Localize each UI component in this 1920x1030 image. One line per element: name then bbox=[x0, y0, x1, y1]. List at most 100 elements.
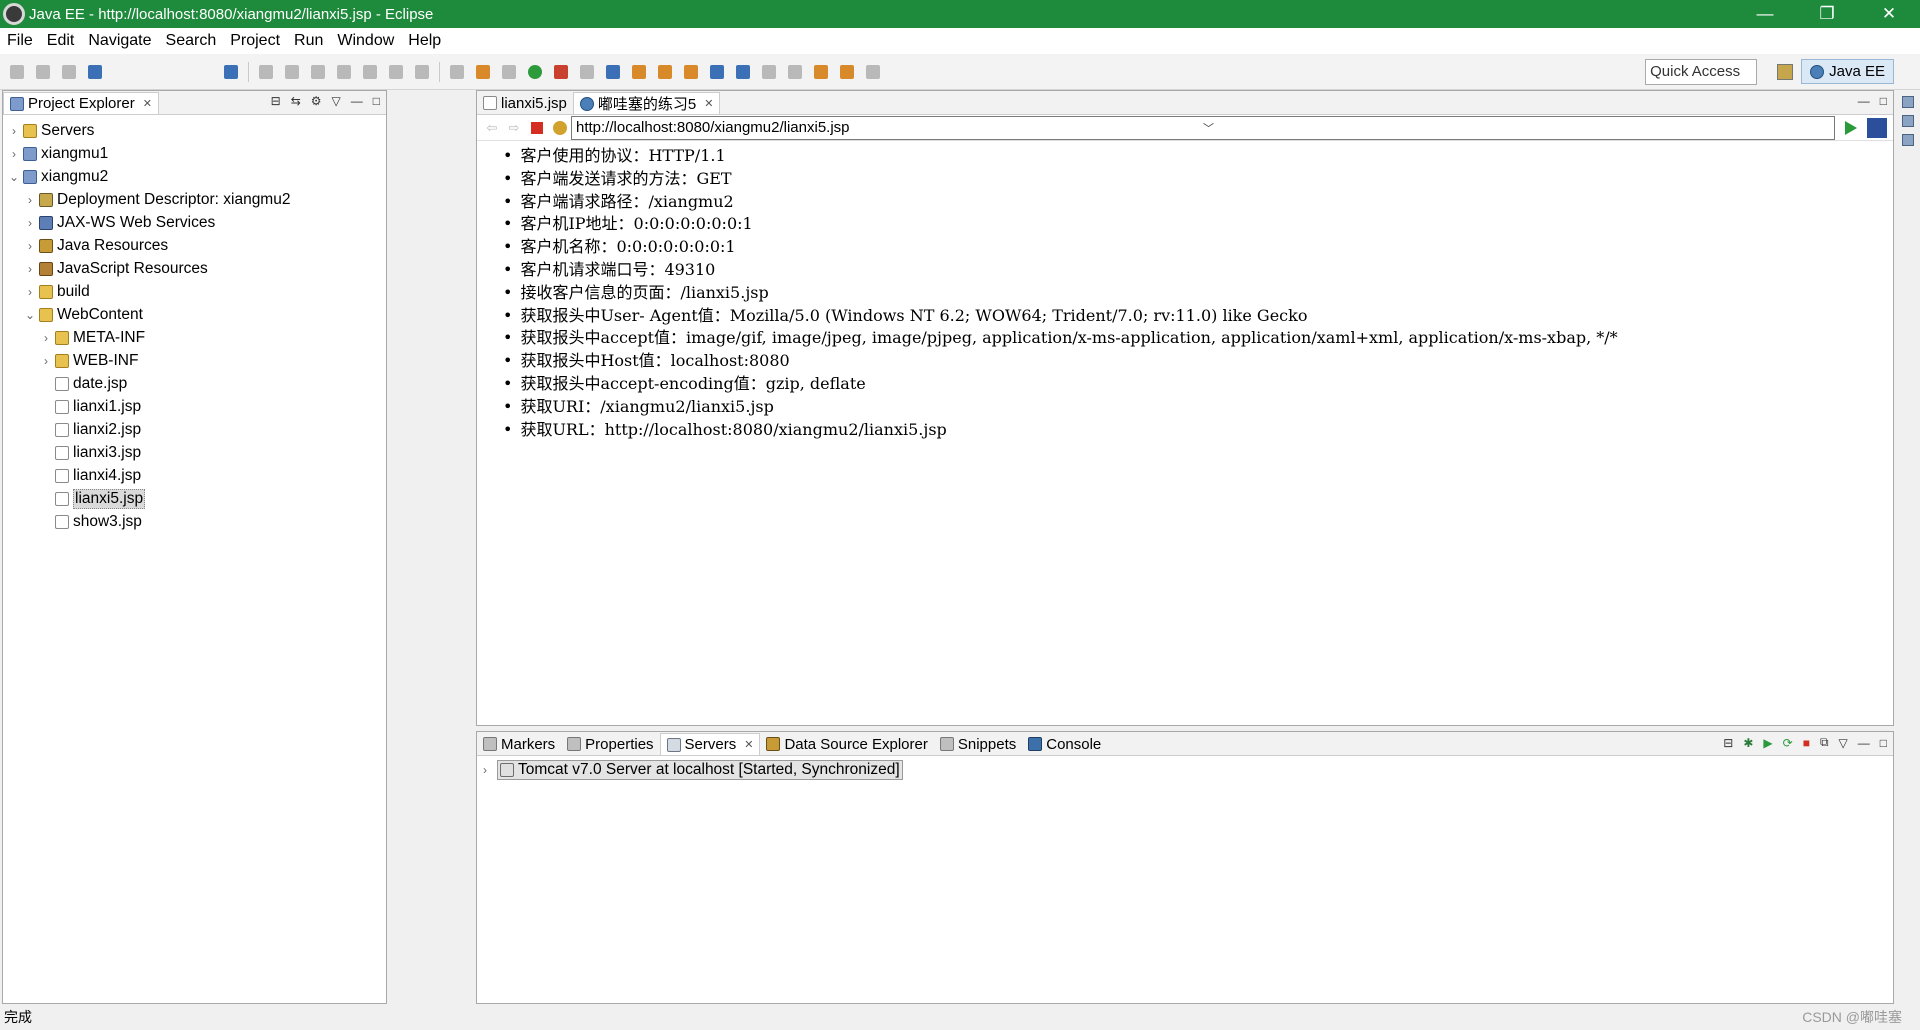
tree-node-web-inf[interactable]: › WEB-INF bbox=[3, 349, 386, 372]
forward-icon[interactable] bbox=[866, 64, 880, 79]
globe-icon[interactable] bbox=[710, 64, 724, 79]
tree-node-show3-jsp[interactable]: show3.jsp bbox=[3, 510, 386, 533]
expand-icon[interactable]: › bbox=[483, 763, 497, 777]
close-button[interactable]: ✕ bbox=[1858, 0, 1920, 28]
minimize-view-icon[interactable]: — bbox=[1858, 94, 1870, 108]
close-tab-icon[interactable]: ✕ bbox=[704, 97, 713, 110]
suspend-icon[interactable] bbox=[285, 64, 299, 79]
tree-node-xiangmu2[interactable]: ⌄ xiangmu2 bbox=[3, 165, 386, 188]
step-into-icon[interactable] bbox=[363, 64, 377, 79]
tab-servers[interactable]: Servers ✕ bbox=[659, 733, 761, 755]
tab-browser[interactable]: 嘟哇塞的练习5 ✕ bbox=[572, 92, 721, 114]
collapse-all-icon[interactable]: ⊟ bbox=[1723, 736, 1733, 750]
maximize-view-icon[interactable]: □ bbox=[373, 94, 380, 108]
new-icon[interactable] bbox=[10, 64, 24, 79]
menu-navigate[interactable]: Navigate bbox=[81, 32, 158, 50]
open-type-icon[interactable] bbox=[632, 64, 646, 79]
url-input[interactable]: http://localhost:8080/xiangmu2/lianxi5.j… bbox=[571, 115, 1835, 140]
close-tab-icon[interactable]: ✕ bbox=[744, 738, 753, 751]
menu-run[interactable]: Run bbox=[287, 32, 330, 50]
tree-node-build[interactable]: › build bbox=[3, 280, 386, 303]
tree-node-xiangmu1[interactable]: › xiangmu1 bbox=[3, 142, 386, 165]
minimize-view-icon[interactable]: — bbox=[1858, 736, 1870, 750]
expand-icon[interactable]: › bbox=[23, 193, 37, 207]
quick-access-input[interactable]: Quick Access bbox=[1645, 58, 1758, 85]
tree-node-lianxi4-jsp[interactable]: lianxi4.jsp bbox=[3, 464, 386, 487]
tree-node-meta-inf[interactable]: › META-INF bbox=[3, 326, 386, 349]
tree-node-javascript-resources[interactable]: › JavaScript Resources bbox=[3, 257, 386, 280]
external-tools-icon[interactable] bbox=[554, 64, 568, 79]
task-list-icon[interactable] bbox=[1902, 115, 1914, 127]
view-dropdown-icon[interactable]: ▽ bbox=[1839, 736, 1848, 750]
expand-icon[interactable]: › bbox=[23, 285, 37, 299]
collapse-icon[interactable]: ⌄ bbox=[7, 170, 21, 184]
tree-node-webcontent[interactable]: ⌄ WebContent bbox=[3, 303, 386, 326]
tab-data-source-explorer[interactable]: Data Source Explorer bbox=[760, 733, 933, 755]
go-icon[interactable] bbox=[1845, 120, 1857, 135]
server-entry[interactable]: › Tomcat v7.0 Server at localhost [Start… bbox=[477, 759, 1893, 781]
view-menu-icon[interactable]: ⚙ bbox=[311, 94, 322, 108]
chevron-down-icon[interactable]: ﹀ bbox=[1203, 120, 1830, 136]
resume-icon[interactable] bbox=[259, 64, 273, 79]
save-all-icon[interactable] bbox=[62, 64, 76, 79]
open-task-icon[interactable] bbox=[658, 64, 672, 79]
tree-node-java-resources[interactable]: › Java Resources bbox=[3, 234, 386, 257]
select-icon[interactable] bbox=[224, 64, 238, 79]
tab-snippets[interactable]: Snippets bbox=[934, 733, 1022, 755]
new-class-icon[interactable] bbox=[606, 64, 620, 79]
collapse-icon[interactable]: ⌄ bbox=[23, 308, 37, 322]
back-arrow-icon[interactable]: ⇦ bbox=[485, 120, 499, 135]
maximize-view-icon[interactable]: □ bbox=[1880, 736, 1887, 750]
view-dropdown-icon[interactable]: ▽ bbox=[332, 94, 341, 108]
close-tab-icon[interactable]: ✕ bbox=[143, 97, 152, 110]
menu-help[interactable]: Help bbox=[401, 32, 448, 50]
run-icon[interactable] bbox=[528, 64, 542, 79]
tree-node-jax-ws[interactable]: › JAX-WS Web Services bbox=[3, 211, 386, 234]
last-edit-icon[interactable] bbox=[814, 64, 828, 79]
minimize-view-icon[interactable]: — bbox=[351, 94, 363, 108]
expand-icon[interactable]: › bbox=[7, 124, 21, 138]
forward-arrow-icon[interactable]: ⇨ bbox=[507, 120, 521, 135]
tab-lianxi5-jsp[interactable]: lianxi5.jsp bbox=[477, 92, 573, 114]
open-perspective-icon[interactable] bbox=[1777, 63, 1794, 80]
new-server-icon[interactable] bbox=[580, 64, 594, 79]
annotation-icon[interactable] bbox=[762, 64, 776, 79]
web-browser-icon[interactable] bbox=[736, 64, 750, 79]
tree-node-lianxi2-jsp[interactable]: lianxi2.jsp bbox=[3, 418, 386, 441]
tab-project-explorer[interactable]: Project Explorer ✕ bbox=[3, 92, 159, 114]
menu-edit[interactable]: Edit bbox=[40, 32, 82, 50]
tree-node-lianxi5-jsp[interactable]: lianxi5.jsp bbox=[3, 487, 386, 510]
maximize-view-icon[interactable]: □ bbox=[1880, 94, 1887, 108]
palette-icon[interactable] bbox=[1902, 134, 1914, 146]
tab-markers[interactable]: Markers bbox=[477, 733, 561, 755]
tree-node-date-jsp[interactable]: date.jsp bbox=[3, 372, 386, 395]
stop-icon[interactable] bbox=[531, 121, 543, 134]
next-annotation-icon[interactable] bbox=[788, 64, 802, 79]
tree-node-servers[interactable]: › Servers bbox=[3, 119, 386, 142]
java-ee-perspective-button[interactable]: Java EE bbox=[1801, 59, 1894, 84]
debug-server-icon[interactable]: ✱ bbox=[1743, 736, 1753, 750]
debug-icon[interactable] bbox=[502, 64, 516, 79]
tree-node-lianxi1-jsp[interactable]: lianxi1.jsp bbox=[3, 395, 386, 418]
terminal-icon[interactable] bbox=[88, 64, 102, 79]
expand-icon[interactable]: › bbox=[23, 216, 37, 230]
tree-node-lianxi3-jsp[interactable]: lianxi3.jsp bbox=[3, 441, 386, 464]
tree-node-deployment-descriptor[interactable]: › Deployment Descriptor: xiangmu2 bbox=[3, 188, 386, 211]
link-editor-icon[interactable]: ⇆ bbox=[291, 94, 301, 108]
expand-icon[interactable]: › bbox=[39, 354, 53, 368]
build-icon[interactable] bbox=[476, 64, 490, 79]
refresh-icon[interactable] bbox=[553, 120, 567, 135]
collapse-all-icon[interactable]: ⊟ bbox=[271, 94, 281, 108]
outline-view-icon[interactable] bbox=[1902, 96, 1914, 108]
save-icon[interactable] bbox=[36, 64, 50, 79]
menu-file[interactable]: File bbox=[0, 32, 40, 50]
menu-window[interactable]: Window bbox=[330, 32, 401, 50]
profile-server-icon[interactable]: ⟳ bbox=[1783, 736, 1793, 750]
maximize-button[interactable]: ❐ bbox=[1796, 0, 1858, 28]
start-server-icon[interactable]: ▶ bbox=[1763, 736, 1772, 750]
terminate-icon[interactable] bbox=[311, 64, 325, 79]
expand-icon[interactable]: › bbox=[23, 239, 37, 253]
open-external-browser-icon[interactable] bbox=[1867, 117, 1887, 138]
tab-console[interactable]: Console bbox=[1022, 733, 1107, 755]
disconnect-icon[interactable] bbox=[337, 64, 351, 79]
